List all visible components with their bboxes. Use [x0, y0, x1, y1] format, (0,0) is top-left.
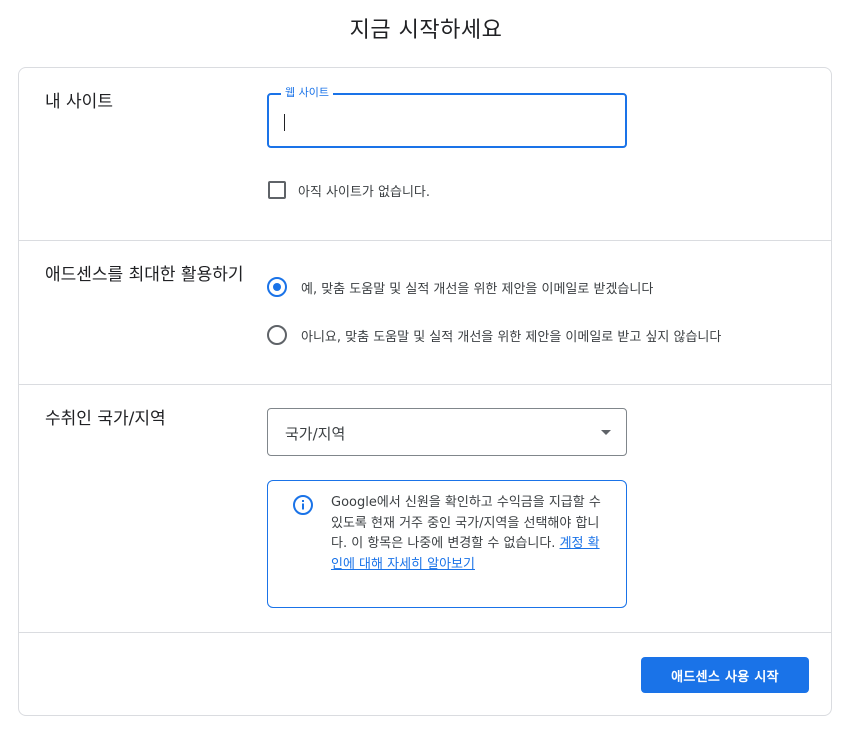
- divider-2: [19, 384, 831, 385]
- radio-yes-label: 예, 맞춤 도움말 및 실적 개선을 위한 제안을 이메일로 받겠습니다: [301, 281, 654, 297]
- signup-card: 내 사이트 웹 사이트 아직 사이트가 없습니다. 애드센스를 최대한 활용하기…: [18, 67, 832, 716]
- page-title: 지금 시작하세요: [349, 18, 503, 43]
- text-cursor: [284, 114, 285, 131]
- start-adsense-button[interactable]: 애드센스 사용 시작: [641, 657, 809, 693]
- optimize-section-label: 애드센스를 최대한 활용하기: [45, 265, 244, 285]
- no-site-checkbox[interactable]: [268, 181, 286, 199]
- radio-option-yes[interactable]: 예, 맞춤 도움말 및 실적 개선을 위한 제안을 이메일로 받겠습니다: [267, 276, 653, 298]
- radio-option-no[interactable]: 아니요, 맞춤 도움말 및 실적 개선을 위한 제안을 이메일로 받고 싶지 않…: [267, 324, 721, 346]
- info-text-block: Google에서 신원을 확인하고 수익금을 지급할 수 있도록 현재 거주 중…: [331, 493, 609, 575]
- country-info-box: Google에서 신원을 확인하고 수익금을 지급할 수 있도록 현재 거주 중…: [267, 480, 627, 608]
- divider-1: [19, 240, 831, 241]
- radio-yes-button[interactable]: [267, 277, 287, 297]
- info-icon: [293, 495, 313, 515]
- my-site-section-label: 내 사이트: [45, 92, 113, 112]
- website-input[interactable]: [283, 109, 607, 133]
- website-field[interactable]: 웹 사이트: [267, 86, 627, 148]
- country-select-value: 국가/지역: [285, 425, 346, 443]
- radio-no-label: 아니요, 맞춤 도움말 및 실적 개선을 위한 제안을 이메일로 받고 싶지 않…: [301, 329, 722, 345]
- country-section-label: 수취인 국가/지역: [45, 409, 166, 429]
- radio-no-button[interactable]: [267, 325, 287, 345]
- divider-3: [19, 632, 831, 633]
- dropdown-arrow-icon: [601, 430, 611, 435]
- no-site-checkbox-row[interactable]: 아직 사이트가 없습니다.: [268, 180, 430, 200]
- website-field-label: 웹 사이트: [281, 86, 333, 100]
- no-site-label: 아직 사이트가 없습니다.: [298, 184, 430, 200]
- country-select[interactable]: 국가/지역: [267, 408, 627, 456]
